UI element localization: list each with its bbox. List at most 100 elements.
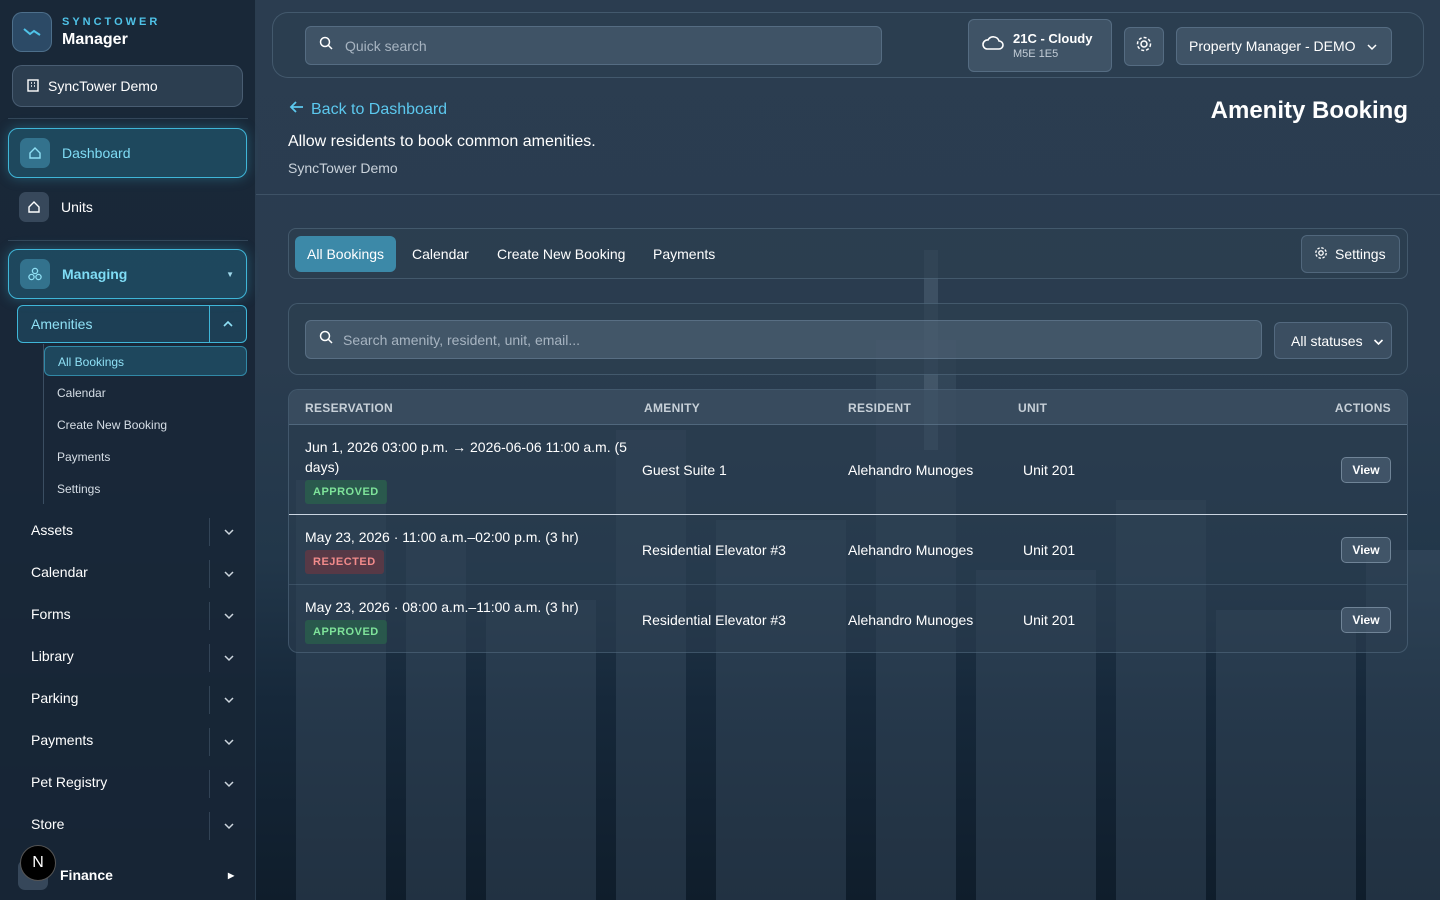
- sidebar-section-assets[interactable]: Assets: [31, 518, 247, 546]
- cluster-icon: [20, 259, 50, 289]
- chevron-down-icon[interactable]: [209, 560, 247, 588]
- settings-button[interactable]: [1124, 27, 1164, 66]
- organization-switcher[interactable]: SyncTower Demo: [12, 65, 243, 107]
- tab-all-bookings[interactable]: All Bookings: [295, 236, 397, 272]
- sidebar-item-label: Amenities: [31, 316, 93, 332]
- reservation-cell: May 23, 2026 · 11:00 a.m.–02:00 p.m. (3 …: [305, 527, 641, 574]
- tab-calendar[interactable]: Calendar: [400, 236, 481, 272]
- settings-label: Settings: [1335, 246, 1386, 262]
- status-badge: APPROVED: [305, 620, 387, 644]
- amenity-cell: Guest Suite 1: [642, 462, 727, 478]
- column-header-resident[interactable]: RESIDENT: [848, 401, 911, 415]
- section-label: Parking: [31, 690, 79, 706]
- chevron-down-icon[interactable]: [209, 644, 247, 672]
- sidebar-item-managing[interactable]: Managing ▼: [8, 249, 247, 299]
- top-bar: 21C - Cloudy M5E 1E5 Property Manager - …: [272, 12, 1424, 78]
- table-row[interactable]: May 23, 2026 · 11:00 a.m.–02:00 p.m. (3 …: [289, 515, 1407, 585]
- sidebar-subitem-payments[interactable]: Payments: [57, 450, 110, 464]
- chevron-down-icon[interactable]: [209, 686, 247, 714]
- chevron-down-icon[interactable]: [209, 812, 247, 840]
- chevron-down-icon[interactable]: [209, 518, 247, 546]
- quick-search[interactable]: [305, 26, 882, 65]
- sidebar-subitem-create-new-booking[interactable]: Create New Booking: [57, 418, 167, 432]
- sidebar-section-library[interactable]: Library: [31, 644, 247, 672]
- sidebar-item-label: Managing: [62, 266, 128, 282]
- sidebar-section-pet-registry[interactable]: Pet Registry: [31, 770, 247, 798]
- back-to-dashboard-link[interactable]: Back to Dashboard: [289, 100, 447, 119]
- sidebar-item-units[interactable]: Units: [8, 182, 247, 232]
- column-header-reservation[interactable]: RESERVATION: [305, 401, 393, 415]
- booking-search[interactable]: [305, 320, 1262, 359]
- section-label: Library: [31, 648, 74, 664]
- user-menu-button[interactable]: Property Manager - DEMO: [1176, 27, 1392, 65]
- column-header-amenity[interactable]: AMENITY: [644, 401, 700, 415]
- tab-settings-button[interactable]: Settings: [1301, 235, 1400, 273]
- unit-cell: Unit 201: [1023, 462, 1076, 478]
- divider: [8, 240, 248, 241]
- brand-logo-icon: [12, 12, 52, 52]
- page-title: Amenity Booking: [1210, 97, 1408, 124]
- section-label: Store: [31, 816, 65, 832]
- unit-cell: Unit 201: [1023, 542, 1076, 558]
- status-filter-select[interactable]: All statuses: [1274, 322, 1392, 359]
- sidebar-section-forms[interactable]: Forms: [31, 602, 247, 630]
- section-label: Forms: [31, 606, 71, 622]
- filter-bar: All statuses: [288, 303, 1408, 375]
- divider: [8, 118, 248, 119]
- cloud-icon: [981, 35, 1005, 56]
- chevron-down-icon[interactable]: [209, 728, 247, 756]
- status-filter-value: All statuses: [1291, 332, 1363, 349]
- section-label: Calendar: [31, 564, 88, 580]
- reservation-cell: May 23, 2026 · 08:00 a.m.–11:00 a.m. (3 …: [305, 597, 641, 644]
- brand[interactable]: SYNCTOWER Manager: [12, 12, 160, 52]
- booking-search-input[interactable]: [343, 331, 1261, 348]
- organization-name: SyncTower Demo: [48, 78, 158, 94]
- amenity-cell: Residential Elevator #3: [642, 542, 786, 558]
- sidebar-section-payments[interactable]: Payments: [31, 728, 247, 756]
- reservation-text: May 23, 2026 · 11:00 a.m.–02:00 p.m. (3 …: [305, 529, 579, 545]
- sidebar-item-dashboard[interactable]: Dashboard: [8, 128, 247, 178]
- sidebar-item-amenities[interactable]: Amenities: [17, 305, 247, 343]
- weather-main: 21C - Cloudy: [1013, 31, 1093, 46]
- resident-cell: Alehandro Munoges: [848, 612, 974, 628]
- sidebar-section-calendar[interactable]: Calendar: [31, 560, 247, 588]
- home-icon: [19, 192, 49, 222]
- tab-payments[interactable]: Payments: [641, 236, 727, 272]
- organization-label: SyncTower Demo: [288, 160, 398, 176]
- sidebar-section-store[interactable]: Store: [31, 812, 247, 840]
- arrow-left-icon: [289, 100, 305, 119]
- gear-icon: [1314, 246, 1328, 263]
- back-link-label: Back to Dashboard: [311, 100, 448, 118]
- status-badge: REJECTED: [305, 550, 384, 574]
- resident-cell: Alehandro Munoges: [848, 542, 974, 558]
- caret-right-icon: ▶: [228, 870, 235, 880]
- page-header: Back to Dashboard Amenity Booking Allow …: [256, 78, 1440, 195]
- gear-icon: [1135, 35, 1153, 58]
- chevron-up-icon[interactable]: [209, 306, 246, 342]
- table-row[interactable]: Jun 1, 2026 03:00 p.m. → 2026-06-06 11:0…: [289, 425, 1407, 515]
- sidebar-section-parking[interactable]: Parking: [31, 686, 247, 714]
- sidebar-subitem-all-bookings[interactable]: All Bookings: [44, 346, 247, 376]
- weather-widget[interactable]: 21C - Cloudy M5E 1E5: [968, 19, 1112, 72]
- view-button[interactable]: View: [1341, 537, 1391, 563]
- sidebar-subitem-settings[interactable]: Settings: [57, 482, 100, 496]
- sidebar-item-label: Units: [61, 199, 93, 215]
- tab-create-new-booking[interactable]: Create New Booking: [485, 236, 637, 272]
- view-button[interactable]: View: [1341, 457, 1391, 483]
- reservation-cell: Jun 1, 2026 03:00 p.m. → 2026-06-06 11:0…: [305, 437, 641, 504]
- table-row[interactable]: May 23, 2026 · 08:00 a.m.–11:00 a.m. (3 …: [289, 585, 1407, 652]
- table-header: RESERVATION AMENITY RESIDENT UNIT ACTION…: [289, 390, 1407, 425]
- sidebar-item-label: Finance: [60, 867, 113, 883]
- booking-tabs: All Bookings Calendar Create New Booking…: [288, 228, 1408, 279]
- quick-search-input[interactable]: [345, 37, 881, 54]
- sidebar-subitem-calendar[interactable]: Calendar: [57, 386, 106, 400]
- sidebar-item-label: Dashboard: [62, 145, 131, 161]
- chevron-down-icon[interactable]: [209, 770, 247, 798]
- search-icon: [319, 330, 333, 349]
- bookings-table: RESERVATION AMENITY RESIDENT UNIT ACTION…: [288, 389, 1408, 653]
- chevron-down-icon[interactable]: [209, 602, 247, 630]
- column-header-unit[interactable]: UNIT: [1018, 401, 1047, 415]
- avatar[interactable]: N: [20, 845, 56, 881]
- view-button[interactable]: View: [1341, 607, 1391, 633]
- weather-postal: M5E 1E5: [1013, 48, 1059, 60]
